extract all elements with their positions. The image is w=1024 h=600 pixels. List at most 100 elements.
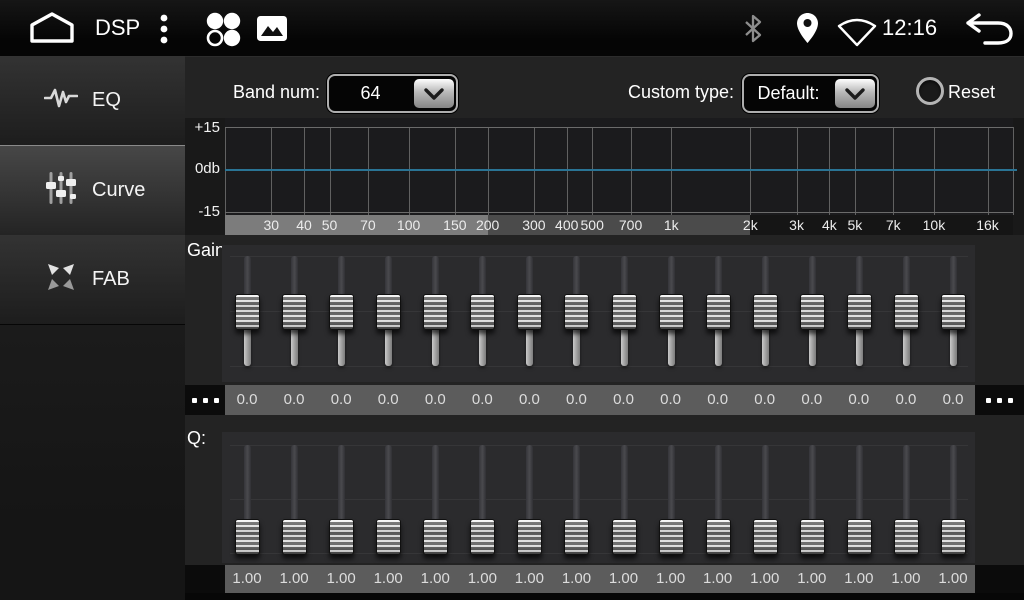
q-scroll-left-button[interactable] [185, 565, 225, 593]
eq-curve-line [225, 169, 1017, 171]
gain-scroll-left-button[interactable] [185, 385, 225, 415]
chevron-down-icon[interactable] [835, 79, 875, 108]
plot-gridline-v [304, 127, 305, 215]
slider-thumb[interactable] [329, 519, 354, 555]
slider-thumb[interactable] [282, 519, 307, 555]
gain-band-slider[interactable] [659, 252, 684, 372]
slider-thumb[interactable] [470, 294, 495, 330]
q-band-slider[interactable] [894, 441, 919, 559]
apps-icon [204, 10, 242, 48]
slider-thumb[interactable] [282, 294, 307, 330]
bottom-divider [185, 593, 1024, 600]
q-band-slider[interactable] [941, 441, 966, 559]
slider-thumb[interactable] [800, 294, 825, 330]
sidebar-item-curve[interactable]: Curve [0, 145, 185, 236]
slider-thumb[interactable] [235, 294, 260, 330]
q-band-value: 1.00 [599, 565, 649, 593]
q-band-slider[interactable] [517, 441, 542, 559]
slider-thumb[interactable] [564, 294, 589, 330]
plot-gridline-v [934, 127, 935, 215]
gain-band-slider[interactable] [235, 252, 260, 372]
slider-thumb[interactable] [753, 294, 778, 330]
q-band-slider[interactable] [753, 441, 778, 559]
plot-gridline-v [1013, 127, 1014, 215]
q-band-slider[interactable] [282, 441, 307, 559]
q-band-slider[interactable] [800, 441, 825, 559]
gain-band-slider[interactable] [564, 252, 589, 372]
slider-thumb[interactable] [800, 519, 825, 555]
slider-thumb[interactable] [376, 519, 401, 555]
sidebar-item-fab[interactable]: FAB [0, 235, 185, 325]
home-button[interactable] [28, 11, 76, 45]
q-band-slider[interactable] [564, 441, 589, 559]
slider-thumb[interactable] [894, 519, 919, 555]
gain-band-slider[interactable] [470, 252, 495, 372]
gain-band-slider[interactable] [517, 252, 542, 372]
slider-thumb[interactable] [659, 519, 684, 555]
slider-thumb[interactable] [612, 519, 637, 555]
q-band-slider[interactable] [423, 441, 448, 559]
gallery-button[interactable] [256, 15, 288, 42]
q-band-value: 1.00 [693, 565, 743, 593]
slider-thumb[interactable] [612, 294, 637, 330]
q-band-slider[interactable] [659, 441, 684, 559]
gain-band-slider[interactable] [800, 252, 825, 372]
q-band-slider[interactable] [329, 441, 354, 559]
q-band-slider[interactable] [235, 441, 260, 559]
slider-thumb[interactable] [470, 519, 495, 555]
slider-thumb[interactable] [706, 294, 731, 330]
q-band-slider[interactable] [376, 441, 401, 559]
overflow-menu-icon [158, 13, 170, 45]
slider-thumb[interactable] [376, 294, 401, 330]
chevron-down-icon[interactable] [414, 79, 454, 108]
slider-thumb[interactable] [847, 519, 872, 555]
gain-band-slider[interactable] [612, 252, 637, 372]
slider-thumb[interactable] [235, 519, 260, 555]
gain-band-slider[interactable] [894, 252, 919, 372]
home-icon [28, 11, 76, 45]
gain-band-slider[interactable] [941, 252, 966, 372]
gain-band-slider[interactable] [329, 252, 354, 372]
q-band-slider[interactable] [706, 441, 731, 559]
q-scroll-right-button[interactable] [975, 565, 1024, 593]
slider-thumb[interactable] [517, 519, 542, 555]
slider-thumb[interactable] [564, 519, 589, 555]
slider-thumb[interactable] [941, 519, 966, 555]
gain-band-slider[interactable] [282, 252, 307, 372]
gain-band-slider[interactable] [753, 252, 778, 372]
freq-tick-label: 70 [348, 216, 388, 235]
band-num-dropdown[interactable]: 64 [327, 74, 458, 113]
slider-thumb[interactable] [423, 294, 448, 330]
slider-thumb[interactable] [423, 519, 448, 555]
gain-band-slider[interactable] [706, 252, 731, 372]
q-band-slider[interactable] [612, 441, 637, 559]
custom-type-dropdown[interactable]: Default: [742, 74, 879, 113]
gain-band-slider[interactable] [847, 252, 872, 372]
slider-thumb[interactable] [753, 519, 778, 555]
slider-thumb[interactable] [329, 294, 354, 330]
reset-radio[interactable] [916, 77, 944, 105]
plot-gridline-h [225, 127, 1013, 128]
eq-plot[interactable] [225, 118, 1013, 215]
gain-band-value: 0.0 [316, 385, 366, 415]
apps-button[interactable] [204, 10, 242, 48]
sidebar-item-eq[interactable]: EQ [0, 56, 185, 146]
gain-band-slider[interactable] [376, 252, 401, 372]
gain-band-slider[interactable] [423, 252, 448, 372]
q-band-value: 1.00 [269, 565, 319, 593]
slider-thumb[interactable] [894, 294, 919, 330]
slider-thumb[interactable] [706, 519, 731, 555]
gain-band-value: 0.0 [928, 385, 978, 415]
back-button[interactable] [964, 12, 1014, 46]
freq-tick-label: 7k [873, 216, 913, 235]
freq-tick-label: 50 [310, 216, 350, 235]
slider-thumb[interactable] [517, 294, 542, 330]
gallery-icon [256, 15, 288, 42]
slider-thumb[interactable] [659, 294, 684, 330]
gain-scroll-right-button[interactable] [975, 385, 1024, 415]
slider-thumb[interactable] [941, 294, 966, 330]
overflow-menu-button[interactable] [158, 13, 170, 45]
q-band-slider[interactable] [847, 441, 872, 559]
q-band-slider[interactable] [470, 441, 495, 559]
slider-thumb[interactable] [847, 294, 872, 330]
